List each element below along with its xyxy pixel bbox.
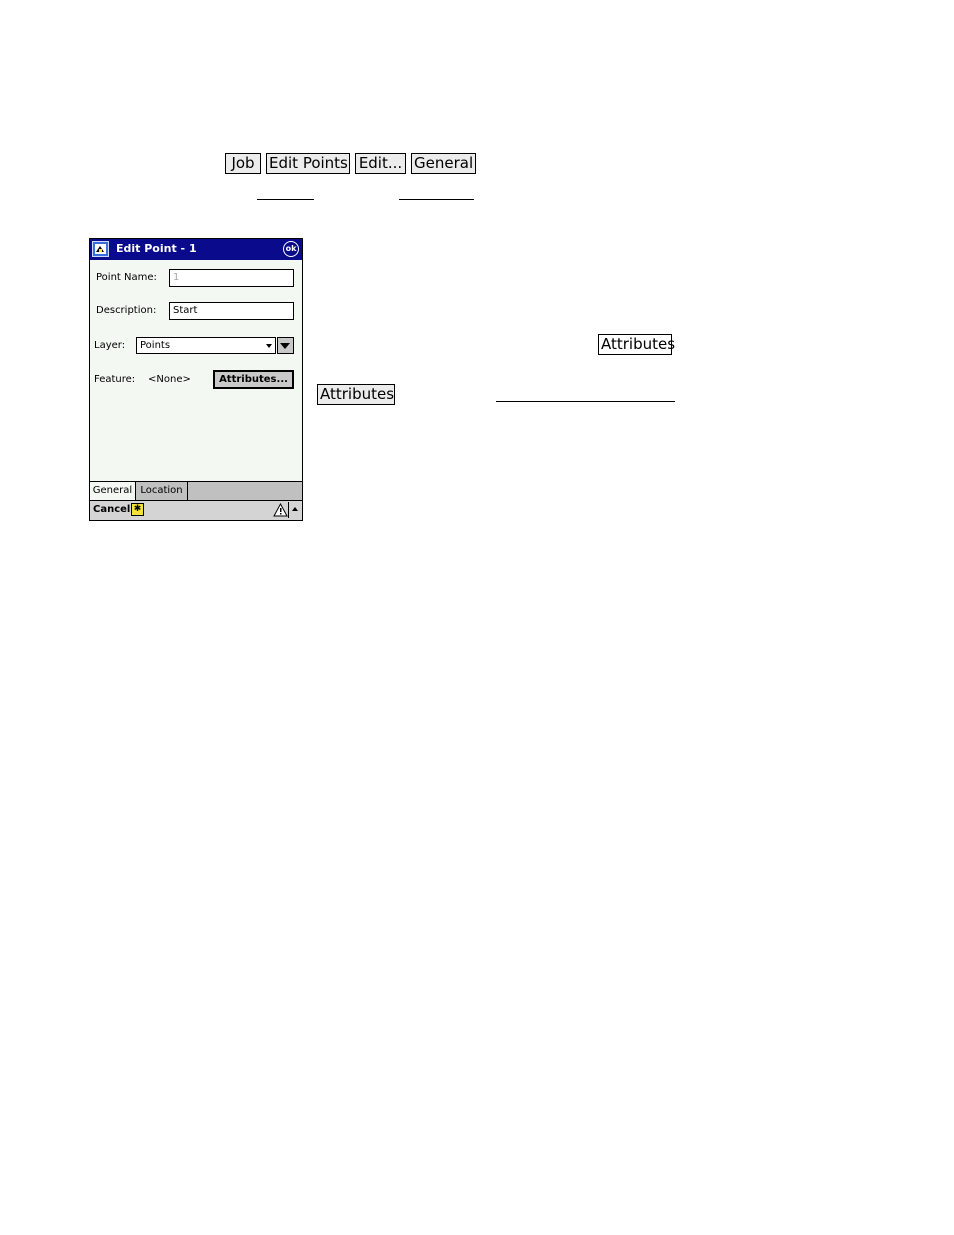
chevron-up-icon[interactable] [292,507,298,511]
layer-label: Layer: [94,340,126,351]
ok-button[interactable]: ok [283,241,299,257]
underline-rule-1 [257,199,314,200]
point-name-field[interactable]: 1 [169,269,294,287]
feature-label: Feature: [94,374,136,385]
layer-select[interactable]: Points [136,337,276,354]
job-button[interactable]: Job [225,153,261,174]
tab-general[interactable]: General [90,482,136,500]
attributes-inline-button[interactable]: Attributes [598,334,675,355]
attributes-inline-button-2[interactable]: Attributes [317,384,395,405]
point-name-label: Point Name: [96,272,157,283]
underline-rule-3 [496,401,675,402]
app-icon[interactable] [92,241,109,257]
feature-value: <None> [148,374,191,385]
layer-select-value: Points [140,340,171,351]
description-field[interactable]: Start [169,302,294,320]
attributes-button[interactable]: Attributes... [213,370,294,389]
star-icon[interactable]: ✱ [131,503,144,516]
title-bar: Edit Point - 1 ok [90,239,302,260]
cancel-button[interactable]: Cancel [93,504,130,516]
edit-points-button[interactable]: Edit Points [266,153,350,174]
warning-icon[interactable] [273,502,288,517]
layer-dropdown-button[interactable] [277,337,294,354]
description-label: Description: [96,305,157,316]
separator [288,502,289,518]
tab-bar: General Location [90,481,302,501]
general-button[interactable]: General [411,153,476,174]
chevron-down-icon [280,343,290,349]
underline-rule-2 [399,199,474,200]
tab-location[interactable]: Location [136,482,188,500]
edit-point-screenshot: Edit Point - 1 ok Point Name: 1 Descript… [89,238,303,521]
window-title: Edit Point - 1 [116,242,197,255]
edit-button[interactable]: Edit... [355,153,406,174]
dropdown-arrow-icon [266,344,272,348]
command-bar: Cancel ✱ [90,500,302,520]
